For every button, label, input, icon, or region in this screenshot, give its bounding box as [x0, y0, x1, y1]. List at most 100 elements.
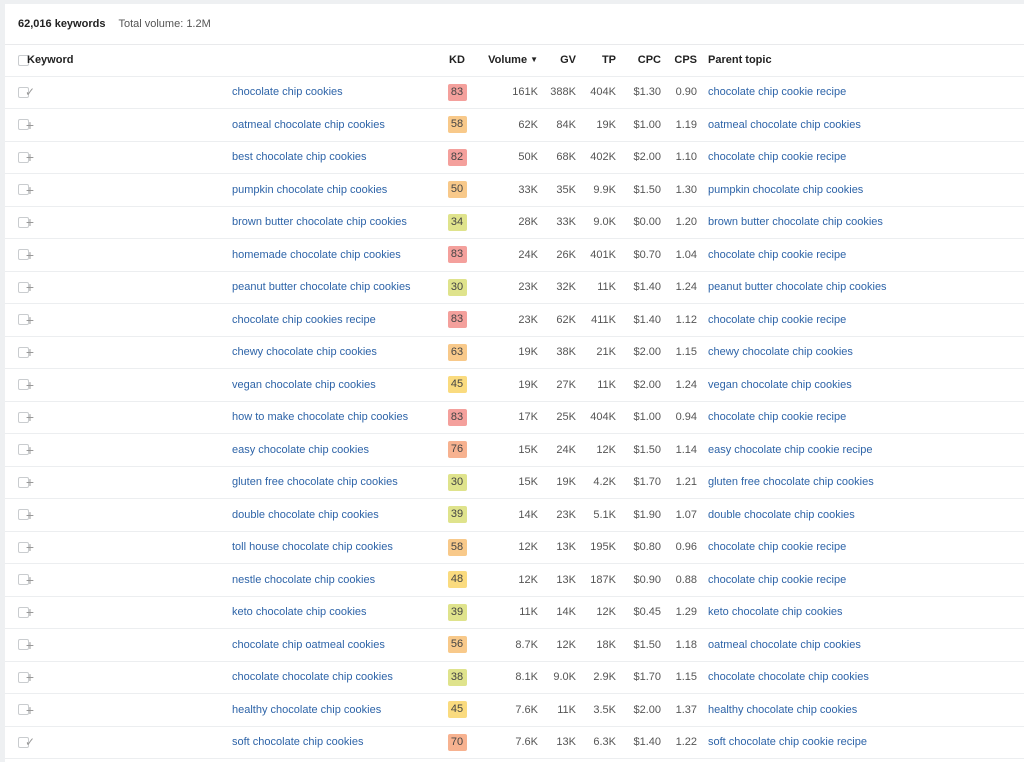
parent-topic-link[interactable]: soft chocolate chip cookie recipe — [708, 736, 867, 748]
keyword-link[interactable]: homemade chocolate chip cookies — [226, 249, 401, 261]
column-volume[interactable]: Volume ▼ — [483, 45, 538, 77]
column-cps[interactable]: CPS — [661, 45, 697, 77]
parent-topic-link[interactable]: chocolate chip cookie recipe — [708, 541, 846, 553]
add-to-list-plus-icon[interactable]: + — [23, 702, 37, 718]
keyword-link[interactable]: healthy chocolate chip cookies — [226, 704, 381, 716]
keyword-link[interactable]: nestle chocolate chip cookies — [226, 574, 375, 586]
cps-cell: 0.88 — [661, 563, 697, 597]
add-to-list-plus-icon[interactable]: + — [23, 539, 37, 555]
keyword-link[interactable]: chocolate chip cookies — [226, 86, 343, 98]
cps-cell: 1.22 — [661, 726, 697, 759]
parent-topic-link[interactable]: chocolate chip cookie recipe — [708, 151, 846, 163]
parent-topic-link[interactable]: chocolate chip cookie recipe — [708, 411, 846, 423]
add-to-list-plus-icon[interactable]: + — [23, 149, 37, 165]
parent-topic-link[interactable]: vegan chocolate chip cookies — [708, 379, 852, 391]
add-to-list-plus-icon[interactable]: + — [23, 117, 37, 133]
row-action-cell: ✓ — [21, 76, 226, 109]
keyword-link[interactable]: peanut butter chocolate chip cookies — [226, 281, 411, 293]
keyword-link[interactable]: easy chocolate chip cookies — [226, 444, 369, 456]
kd-badge: 39 — [447, 603, 467, 621]
keyword-cell: chewy chocolate chip cookies — [226, 336, 431, 369]
kd-cell: 58 — [431, 108, 483, 142]
add-to-list-plus-icon[interactable]: + — [23, 182, 37, 198]
keyword-link[interactable]: brown butter chocolate chip cookies — [226, 216, 407, 228]
add-to-list-plus-icon[interactable]: + — [23, 312, 37, 328]
parent-topic-link[interactable]: double chocolate chip cookies — [708, 509, 855, 521]
add-to-list-plus-icon[interactable]: + — [23, 604, 37, 620]
parent-topic-link[interactable]: chocolate chip cookie recipe — [708, 86, 846, 98]
cpc-cell: $0.80 — [616, 531, 661, 564]
add-to-list-plus-icon[interactable]: + — [23, 572, 37, 588]
cps-cell: 1.29 — [661, 596, 697, 629]
tp-cell: 21K — [576, 336, 616, 369]
column-parent-topic[interactable]: Parent topic — [697, 45, 1024, 77]
add-to-list-plus-icon[interactable]: + — [23, 279, 37, 295]
keyword-link[interactable]: keto chocolate chip cookies — [226, 606, 367, 618]
keyword-link[interactable]: chocolate chocolate chip cookies — [226, 671, 393, 683]
parent-topic-link[interactable]: brown butter chocolate chip cookies — [708, 216, 883, 228]
parent-topic-link[interactable]: pumpkin chocolate chip cookies — [708, 184, 863, 196]
kd-badge: 34 — [447, 213, 467, 231]
keyword-link[interactable]: chewy chocolate chip cookies — [226, 346, 377, 358]
parent-topic-link[interactable]: chewy chocolate chip cookies — [708, 346, 853, 358]
keyword-link[interactable]: gluten free chocolate chip cookies — [226, 476, 398, 488]
keyword-link[interactable]: soft chocolate chip cookies — [226, 736, 363, 748]
kd-badge: 50 — [447, 181, 467, 199]
tp-cell: 187K — [576, 563, 616, 597]
parent-topic-link[interactable]: oatmeal chocolate chip cookies — [708, 119, 861, 131]
column-cpc[interactable]: CPC — [616, 45, 661, 77]
parent-topic-link[interactable]: oatmeal chocolate chip cookies — [708, 639, 861, 651]
add-to-list-plus-icon[interactable]: + — [23, 507, 37, 523]
keyword-link[interactable]: chocolate chip cookies recipe — [226, 314, 376, 326]
add-to-list-plus-icon[interactable]: + — [23, 474, 37, 490]
add-to-list-plus-icon[interactable]: + — [23, 214, 37, 230]
keyword-link[interactable]: oatmeal chocolate chip cookies — [226, 119, 385, 131]
add-to-list-plus-icon[interactable]: + — [23, 637, 37, 653]
add-to-list-plus-icon[interactable]: + — [23, 377, 37, 393]
cps-cell: 1.10 — [661, 141, 697, 174]
table-row: + easy chocolate chip cookies 76 15K 24K 12K $… — [5, 433, 1024, 467]
column-kd[interactable]: KD — [431, 45, 483, 77]
cps-cell: 0.94 — [661, 401, 697, 434]
keyword-link[interactable]: vegan chocolate chip cookies — [226, 379, 376, 391]
volume-cell: 8.1K — [483, 661, 538, 694]
parent-topic-link[interactable]: chocolate chip cookie recipe — [708, 314, 846, 326]
parent-topic-link[interactable]: chocolate chocolate chip cookies — [708, 671, 869, 683]
parent-topic-link[interactable]: peanut butter chocolate chip cookies — [708, 281, 887, 293]
parent-topic-link[interactable]: gluten free chocolate chip cookies — [708, 476, 874, 488]
kd-cell: 63 — [431, 336, 483, 369]
table-row: ✓ soft chocolate chip cookies 70 7.6K 13K 6.3… — [5, 726, 1024, 759]
parent-topic-link[interactable]: chocolate chip cookie recipe — [708, 249, 846, 261]
keyword-link[interactable]: toll house chocolate chip cookies — [226, 541, 393, 553]
column-tp[interactable]: TP — [576, 45, 616, 77]
gv-cell: 12K — [538, 628, 576, 662]
parent-topic-cell: chocolate chip cookie recipe — [697, 563, 1024, 597]
add-to-list-plus-icon[interactable]: + — [23, 247, 37, 263]
column-gv[interactable]: GV — [538, 45, 576, 77]
add-to-list-plus-icon[interactable]: + — [23, 409, 37, 425]
add-to-list-plus-icon[interactable]: + — [23, 669, 37, 685]
table-row: + vegan chocolate chip cookies 45 19K 27K 11K… — [5, 368, 1024, 402]
keyword-link[interactable]: chocolate chip oatmeal cookies — [226, 639, 385, 651]
column-keyword[interactable]: Keyword — [21, 45, 431, 77]
added-check-icon[interactable]: ✓ — [23, 85, 37, 99]
gv-cell: 35K — [538, 173, 576, 207]
add-to-list-plus-icon[interactable]: + — [23, 344, 37, 360]
keyword-link[interactable]: double chocolate chip cookies — [226, 509, 379, 521]
row-select-cell — [5, 433, 29, 467]
kd-badge: 82 — [447, 148, 467, 166]
keyword-link[interactable]: how to make chocolate chip cookies — [226, 411, 408, 423]
parent-topic-link[interactable]: easy chocolate chip cookie recipe — [708, 444, 872, 456]
parent-topic-link[interactable]: healthy chocolate chip cookies — [708, 704, 857, 716]
parent-topic-link[interactable]: keto chocolate chip cookies — [708, 606, 843, 618]
kd-cell: 30 — [431, 271, 483, 304]
cps-cell: 1.04 — [661, 238, 697, 272]
add-to-list-plus-icon[interactable]: + — [23, 442, 37, 458]
added-check-icon[interactable]: ✓ — [23, 735, 37, 749]
keyword-link[interactable]: best chocolate chip cookies — [226, 151, 367, 163]
keyword-link[interactable]: pumpkin chocolate chip cookies — [226, 184, 387, 196]
row-action-cell: + — [21, 401, 226, 434]
table-row: + toll house chocolate chip cookies 58 12K 1… — [5, 531, 1024, 564]
keyword-cell: peanut butter chocolate chip cookies — [226, 271, 431, 304]
parent-topic-link[interactable]: chocolate chip cookie recipe — [708, 574, 846, 586]
